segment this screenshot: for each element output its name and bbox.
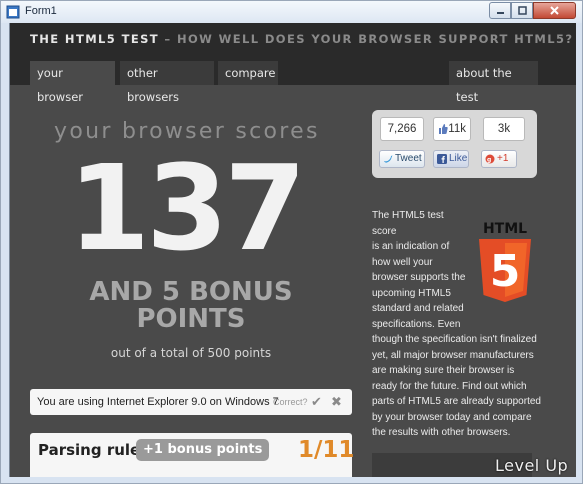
score-value: 137 (68, 139, 306, 277)
description-line: upcoming HTML5 (372, 287, 451, 299)
bonus-line-1: AND 5 BONUS (89, 277, 293, 307)
close-button[interactable] (533, 2, 576, 19)
site-header: THE HTML5 TEST – HOW WELL DOES YOUR BROW… (10, 23, 576, 104)
svg-text:g: g (487, 157, 491, 164)
tab-about-the-test[interactable]: about the test (449, 61, 538, 104)
description-line: The HTML5 test score (372, 210, 444, 237)
watermark-text: Level Up (495, 456, 569, 475)
minimize-button[interactable] (489, 2, 511, 19)
score-total: out of a total of 500 points (110, 346, 272, 360)
like-count-box: 11k (433, 117, 471, 141)
browser-detection-text: You are using Internet Explorer 9.0 on W… (37, 396, 279, 408)
site-title: THE HTML5 TEST – HOW WELL DOES YOUR BROW… (30, 32, 573, 46)
like-button[interactable]: Like (433, 150, 469, 168)
facebook-icon (437, 154, 447, 164)
description-line: standard and related (372, 303, 464, 314)
tab-other-browsers[interactable]: other browsers (120, 61, 214, 104)
tweet-count: 7,266 (380, 117, 424, 141)
app-window: Form1 THE HTML5 TEST – HOW WELL DOES YOU… (0, 0, 583, 484)
plus-one-button[interactable]: g +1 (481, 150, 517, 168)
section-title: Parsing rules (38, 441, 150, 459)
reject-cross-icon[interactable]: ✖ (331, 389, 342, 415)
bonus-points: AND 5 BONUS POINTS (72, 279, 310, 333)
twitter-bird-icon (384, 155, 393, 163)
tab-compare[interactable]: compare (218, 61, 278, 85)
title-bar[interactable]: Form1 (1, 1, 582, 23)
plus-count: 3k (483, 117, 525, 141)
description-line: specifications. Even (372, 318, 461, 330)
like-count: 11k (448, 123, 466, 135)
maximize-icon (517, 6, 527, 15)
social-share-panel: 7,266 11k 3k Tweet Like g +1 (372, 110, 537, 178)
correct-label: Correct? (273, 397, 308, 407)
description-line: is an indication of (372, 241, 450, 252)
bonus-badge: +1 bonus points (136, 439, 270, 461)
window-title: Form1 (25, 5, 57, 17)
section-score: 1/11 (298, 437, 355, 463)
confirm-check-icon[interactable]: ✔ (311, 389, 322, 415)
browser-content: THE HTML5 TEST – HOW WELL DOES YOUR BROW… (9, 23, 576, 477)
close-icon (550, 6, 559, 15)
description-rest: though the specification isn't finalized… (372, 334, 541, 438)
site-title-subtitle: – HOW WELL DOES YOUR BROWSER SUPPORT HTM… (159, 32, 574, 46)
like-label: Like (449, 153, 468, 164)
bonus-line-2: POINTS (136, 304, 246, 334)
app-icon (6, 5, 20, 19)
browser-detection-bar: You are using Internet Explorer 9.0 on W… (30, 389, 352, 415)
html5-logo-icon: HTML 5 (479, 221, 531, 302)
maximize-button[interactable] (511, 2, 533, 19)
thumbs-up-icon (439, 124, 448, 134)
minimize-icon (496, 12, 504, 14)
site-title-main: THE HTML5 TEST (30, 32, 160, 46)
plus-one-label: +1 (497, 153, 509, 164)
google-plus-icon: g (485, 154, 495, 164)
logo-text: HTML (483, 221, 527, 237)
description-line: browser supports the (372, 272, 466, 283)
tab-your-browser[interactable]: your browser (30, 61, 115, 104)
parsing-rules-section[interactable]: Parsing rules +1 bonus points 1/11 (30, 433, 355, 477)
description-line: how well your (372, 256, 433, 268)
tweet-label: Tweet (395, 153, 422, 164)
tweet-button[interactable]: Tweet (379, 150, 425, 168)
logo-number: 5 (490, 246, 521, 297)
